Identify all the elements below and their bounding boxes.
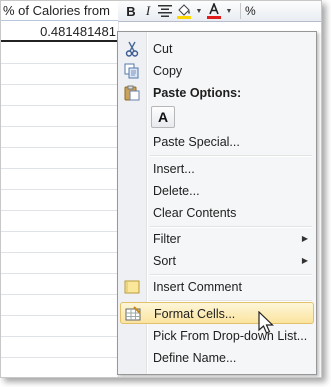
clipboard-icon (124, 85, 140, 101)
scissors-icon (124, 41, 140, 57)
row-gridline (1, 105, 118, 106)
context-menu: Cut Copy Paste Options: A Paste Special.… (117, 31, 317, 375)
menu-item-define-name[interactable]: Define Name... (120, 347, 314, 369)
row-gridline (1, 357, 118, 358)
percent-button[interactable]: % (245, 2, 256, 20)
menu-item-label: Sort (153, 254, 176, 268)
format-cells-icon (125, 306, 141, 322)
row-gridline (1, 63, 118, 64)
submenu-arrow-icon: ▶ (301, 256, 308, 265)
menu-separator (150, 300, 312, 302)
menu-item-sort[interactable]: Sort ▶ (120, 250, 314, 272)
menu-item-insert[interactable]: Insert... (120, 158, 314, 180)
fill-color-dropdown[interactable]: ▼ (196, 2, 203, 20)
row-gridline (1, 315, 118, 316)
copy-icon (124, 63, 140, 79)
mouse-pointer-icon (258, 311, 274, 334)
bold-button[interactable]: B (124, 2, 138, 20)
align-icon (158, 5, 172, 17)
menu-item-label: Paste Options: (153, 86, 242, 100)
row-gridline (1, 168, 118, 169)
font-color-dropdown[interactable]: ▼ (226, 2, 233, 20)
row-gridline (1, 294, 118, 295)
row-gridline (1, 252, 118, 253)
font-color-button[interactable] (206, 2, 222, 20)
menu-paste-options-header: Paste Options: (120, 82, 314, 104)
menu-item-label: Paste Special... (153, 135, 240, 149)
menu-item-filter[interactable]: Filter ▶ (120, 228, 314, 250)
column-header-cell[interactable]: % of Calories from (1, 1, 118, 21)
mini-toolbar: B I ▼ ▼ % (118, 1, 321, 22)
row-gridline (1, 126, 118, 127)
menu-separator (150, 226, 312, 228)
paste-option-button[interactable]: A (151, 106, 175, 128)
align-center-button[interactable] (158, 2, 172, 20)
menu-item-label: Clear Contents (153, 206, 237, 220)
menu-item-paste-special[interactable]: Paste Special... (120, 131, 314, 153)
row-gridline (1, 231, 118, 232)
menu-item-insert-comment[interactable]: Insert Comment (120, 276, 314, 298)
menu-item-cut[interactable]: Cut (120, 38, 314, 60)
row-gridline (1, 189, 118, 190)
menu-item-copy[interactable]: Copy (120, 60, 314, 82)
menu-item-label: Pick From Drop-down List... (153, 329, 308, 343)
comment-icon (124, 279, 140, 295)
toolbar-separator (240, 3, 241, 19)
row-gridline (1, 210, 118, 211)
menu-item-format-cells[interactable]: Format Cells... (120, 302, 314, 324)
menu-item-label: Define Name... (153, 351, 237, 365)
menu-separator (150, 155, 312, 157)
italic-button[interactable]: I (142, 2, 154, 20)
row-gridline (1, 336, 118, 337)
font-color-icon (207, 3, 221, 19)
menu-separator (150, 274, 312, 276)
row-gridline (1, 273, 118, 274)
row-gridline (1, 147, 118, 148)
submenu-arrow-icon: ▶ (301, 234, 308, 243)
menu-item-clear-contents[interactable]: Clear Contents (120, 202, 314, 224)
bucket-icon (177, 4, 191, 19)
menu-item-label: Copy (153, 64, 183, 78)
selected-cell[interactable]: 0.481481481 (1, 22, 118, 42)
screenshot-frame: % of Calories from 0.481481481 B I ▼ ▼ %… (0, 0, 322, 378)
menu-item-label: Delete... (153, 184, 200, 198)
fill-color-button[interactable] (176, 2, 192, 20)
menu-item-label: Insert... (153, 162, 195, 176)
menu-item-pick-from-list[interactable]: Pick From Drop-down List... (120, 325, 314, 347)
menu-item-delete[interactable]: Delete... (120, 180, 314, 202)
menu-item-label: Cut (153, 42, 173, 56)
menu-item-label: Insert Comment (153, 280, 242, 294)
menu-item-label: Format Cells... (154, 307, 236, 321)
menu-item-label: Filter (153, 232, 181, 246)
row-gridline (1, 84, 118, 85)
